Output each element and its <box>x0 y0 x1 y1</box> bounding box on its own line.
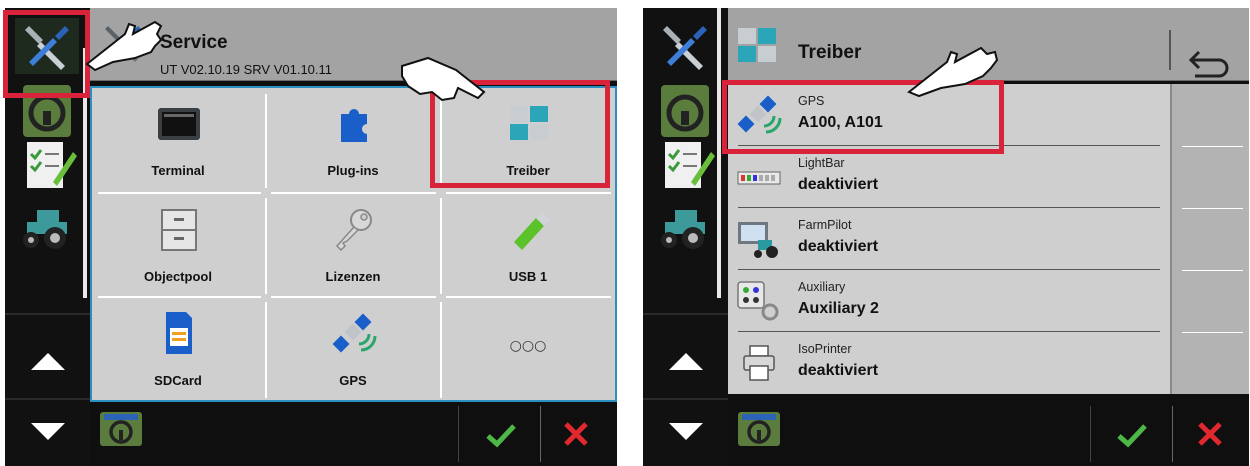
steering-wheel-icon[interactable] <box>653 83 717 139</box>
tile-label: Terminal <box>151 163 205 178</box>
divider <box>1182 332 1243 333</box>
back-icon[interactable] <box>1173 42 1249 84</box>
terminal-icon <box>158 108 200 140</box>
arrow-up-icon[interactable] <box>669 353 703 370</box>
puzzle-blue-icon <box>738 28 776 62</box>
tractor-icon[interactable] <box>15 200 79 256</box>
hand-pointer-icon <box>401 56 486 102</box>
item-label: Auxiliary <box>798 280 846 294</box>
tile-label: SDCard <box>154 373 202 388</box>
item-label: IsoPrinter <box>798 342 852 356</box>
divider <box>5 398 90 400</box>
divider <box>540 406 541 462</box>
checklist-icon[interactable] <box>15 138 79 194</box>
key-icon <box>335 209 372 252</box>
cancel-icon[interactable] <box>562 420 590 448</box>
cancel-icon[interactable] <box>1196 420 1224 448</box>
lightbar-icon <box>737 171 781 185</box>
checklist-icon[interactable] <box>653 138 717 194</box>
list-item-auxiliary[interactable]: Auxiliary Auxiliary 2 <box>728 270 1170 332</box>
divider <box>446 192 611 194</box>
divider <box>265 302 267 398</box>
tile-usb[interactable]: USB 1 <box>442 194 614 298</box>
steering-wheel-icon[interactable] <box>100 412 142 446</box>
page-title: Service <box>160 32 228 53</box>
item-value: deaktiviert <box>798 238 879 255</box>
more-icon: ○○○ <box>509 338 547 354</box>
sdcard-icon <box>166 312 192 354</box>
item-value: deaktiviert <box>798 176 879 193</box>
list-item-isoprinter[interactable]: IsoPrinter deaktiviert <box>728 332 1170 394</box>
divider <box>271 192 436 194</box>
divider <box>643 313 728 315</box>
item-label: LightBar <box>798 156 845 170</box>
divider <box>5 313 90 315</box>
list-item-lightbar[interactable]: LightBar deaktiviert <box>728 146 1170 208</box>
divider <box>1182 270 1243 271</box>
usb-icon <box>514 212 550 250</box>
satellite-icon <box>332 313 377 353</box>
divider <box>1182 146 1243 147</box>
tile-label: Plug-ins <box>327 163 379 178</box>
steering-wheel-icon[interactable] <box>738 412 780 446</box>
highlight-tools <box>3 10 90 98</box>
accept-icon[interactable] <box>485 422 517 448</box>
service-screen: Service UT V02.10.19 SRV V01.10.11 Termi… <box>5 8 617 466</box>
tile-more[interactable]: ○○○ <box>442 298 614 402</box>
printer-icon <box>743 345 775 381</box>
tile-label: USB 1 <box>508 269 548 284</box>
version-info: UT V02.10.19 SRV V01.10.11 <box>160 62 333 77</box>
puzzle-icon <box>341 108 367 142</box>
divider <box>98 296 261 298</box>
side-column <box>1170 84 1249 394</box>
tile-lizenzen[interactable]: Lizenzen <box>267 194 439 298</box>
tile-terminal[interactable]: Terminal <box>92 88 264 192</box>
divider <box>98 192 261 194</box>
divider <box>1172 406 1173 462</box>
tile-label: Objectpool <box>144 269 212 284</box>
item-label: FarmPilot <box>798 218 852 232</box>
tractor-icon[interactable] <box>653 200 717 256</box>
item-value: deaktiviert <box>798 362 879 379</box>
divider <box>271 296 436 298</box>
bottom-bar <box>90 402 617 466</box>
tile-objectpool[interactable]: Objectpool <box>92 194 264 298</box>
divider <box>446 296 611 298</box>
divider <box>440 302 442 398</box>
divider <box>1090 406 1091 462</box>
tools-icon[interactable] <box>653 18 717 74</box>
arrow-down-icon[interactable] <box>31 423 65 440</box>
auxiliary-icon <box>737 281 779 321</box>
divider <box>643 398 728 400</box>
page-title: Treiber <box>798 42 862 63</box>
hand-pointer-icon <box>907 46 999 98</box>
divider <box>265 198 267 294</box>
left-toolbar <box>643 8 728 466</box>
service-header: Service UT V02.10.19 SRV V01.10.11 <box>90 8 617 81</box>
hand-pointer-icon <box>85 20 163 72</box>
tile-label: Lizenzen <box>325 269 381 284</box>
tile-sdcard[interactable]: SDCard <box>92 298 264 402</box>
cabinet-icon <box>161 209 197 251</box>
bottom-bar <box>728 402 1249 466</box>
divider <box>1169 30 1171 70</box>
divider <box>440 198 442 294</box>
accept-icon[interactable] <box>1116 422 1148 448</box>
divider <box>458 406 459 462</box>
tile-label: GPS <box>339 373 367 388</box>
divider <box>265 94 267 188</box>
divider <box>1182 208 1243 209</box>
item-value: Auxiliary 2 <box>798 300 879 317</box>
list-item-farmpilot[interactable]: FarmPilot deaktiviert <box>728 208 1170 270</box>
arrow-down-icon[interactable] <box>669 423 703 440</box>
scrollbar[interactable] <box>717 8 721 298</box>
arrow-up-icon[interactable] <box>31 353 65 370</box>
tile-gps[interactable]: GPS <box>267 298 439 402</box>
farmpilot-icon <box>738 222 778 258</box>
